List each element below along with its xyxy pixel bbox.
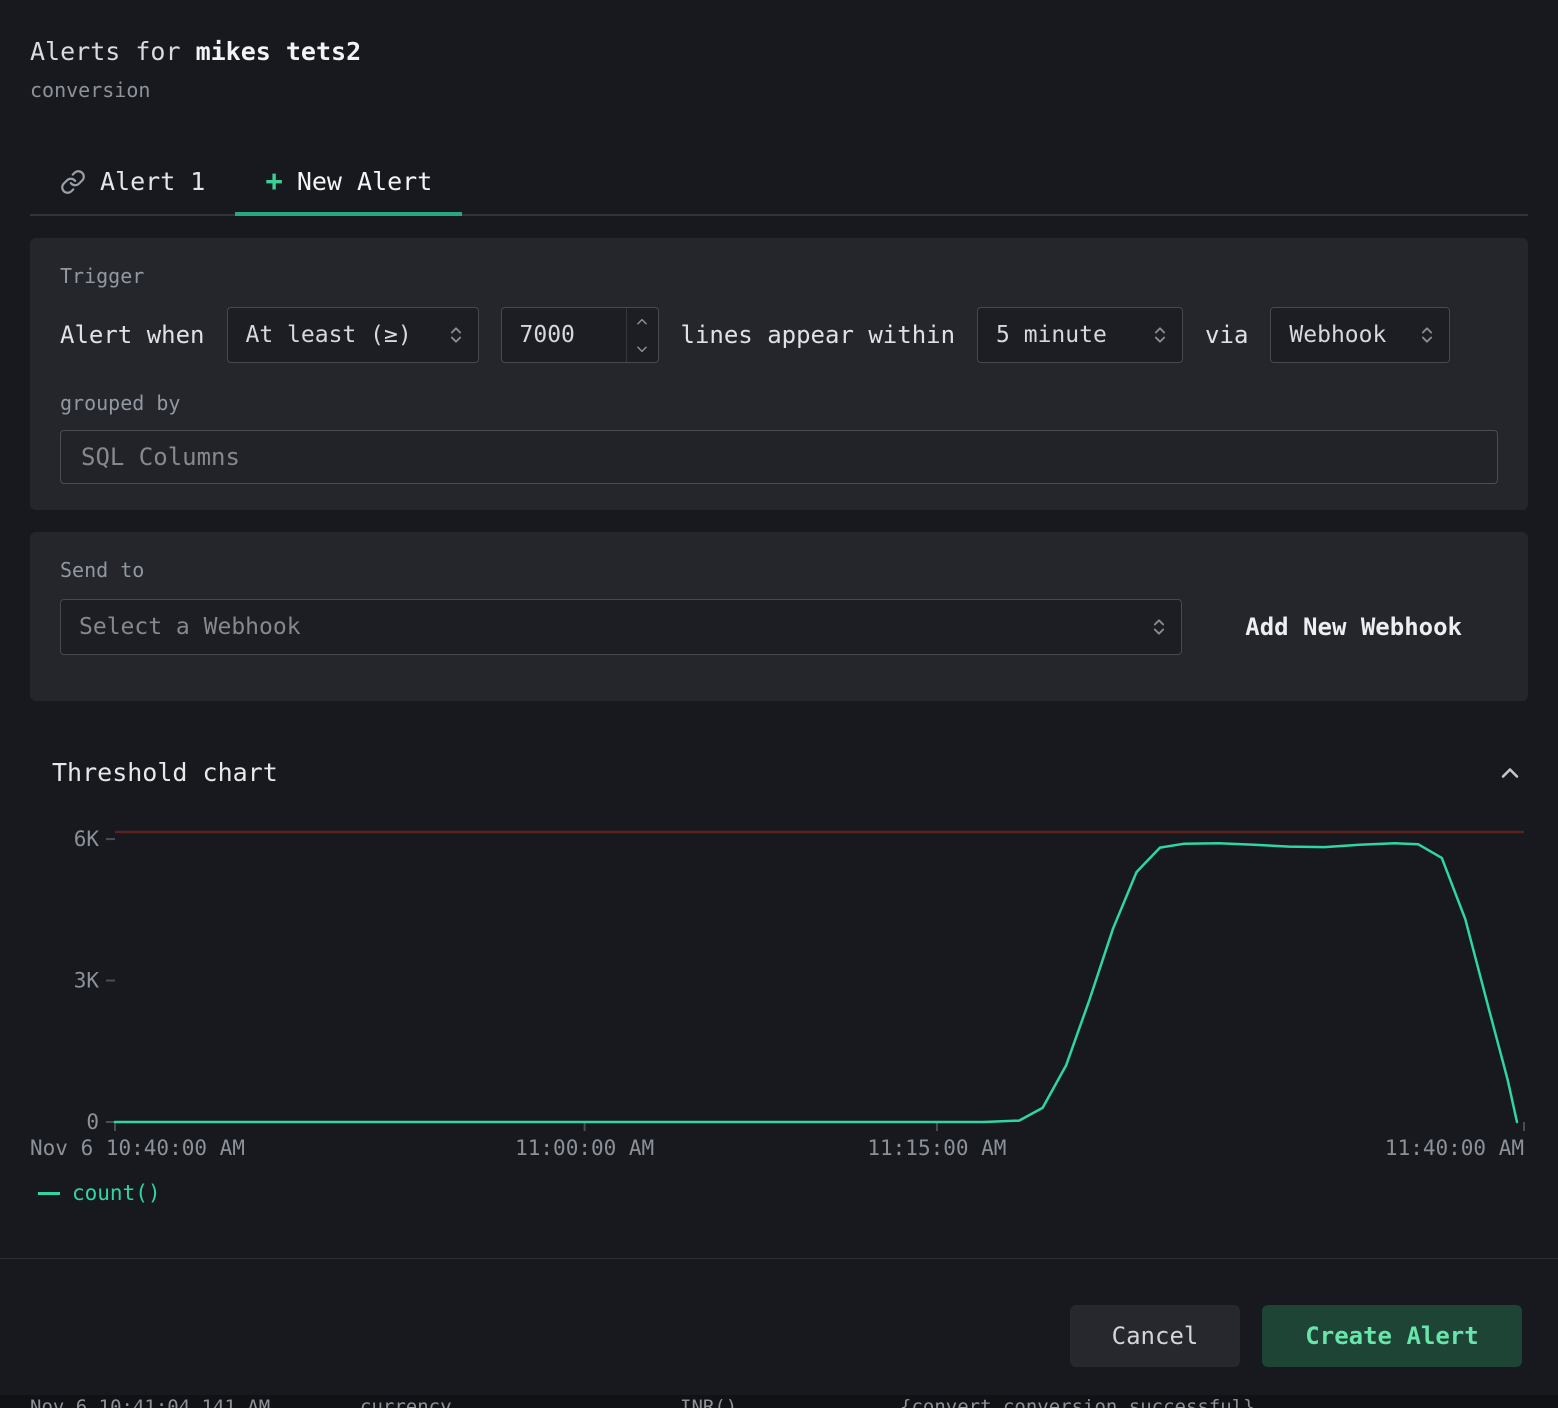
- svg-text:11:00:00 AM: 11:00:00 AM: [515, 1136, 654, 1160]
- svg-text:Nov 6 10:40:00 AM: Nov 6 10:40:00 AM: [30, 1136, 245, 1160]
- background-log-timestamp: Nov 6 10:41:04.141 AM: [30, 1396, 270, 1408]
- threshold-steppers: [626, 308, 658, 362]
- background-log-message: {convert conversion successful}: [900, 1396, 1255, 1408]
- chevron-updown-icon: [1149, 617, 1169, 637]
- threshold-chart: 0 3K 6K Nov 6 10:40:00 AM 11:00:00 AM 11:15:0…: [0, 822, 1558, 1167]
- alert-modal: Alerts for mikes tets2 conversion Alert …: [0, 0, 1558, 1395]
- chevron-updown-icon: [446, 325, 466, 345]
- channel-select[interactable]: Webhook: [1270, 307, 1450, 363]
- trigger-panel: Trigger Alert when At least (≥) lines ap…: [30, 238, 1528, 510]
- background-log-row: Nov 6 10:41:04.141 AM currency INR() {co…: [0, 1395, 1558, 1408]
- condition-select[interactable]: At least (≥): [227, 307, 479, 363]
- cancel-button[interactable]: Cancel: [1070, 1305, 1240, 1367]
- webhook-select[interactable]: Select a Webhook: [60, 599, 1182, 655]
- trigger-section-label: Trigger: [60, 264, 1498, 289]
- modal-footer: Cancel Create Alert: [0, 1258, 1558, 1395]
- send-to-row: Select a Webhook Add New Webhook: [60, 599, 1498, 655]
- add-new-webhook-button[interactable]: Add New Webhook: [1245, 613, 1462, 641]
- tab-alert-1[interactable]: Alert 1: [30, 153, 235, 216]
- tab-alert-1-label: Alert 1: [100, 167, 205, 196]
- svg-text:0: 0: [86, 1110, 99, 1134]
- via-label: via: [1205, 321, 1248, 349]
- page-title-prefix: Alerts for: [30, 37, 196, 66]
- stepper-up-icon[interactable]: [627, 308, 658, 335]
- lines-appear-label: lines appear within: [681, 321, 956, 349]
- tab-new-alert[interactable]: + New Alert: [235, 153, 462, 216]
- send-to-panel: Send to Select a Webhook Add New Webhook: [30, 532, 1528, 701]
- tab-new-alert-label: New Alert: [297, 167, 432, 196]
- grouped-by-input[interactable]: [60, 430, 1498, 484]
- svg-text:11:40:00 AM: 11:40:00 AM: [1385, 1136, 1524, 1160]
- series-line-swatch: [38, 1192, 60, 1195]
- page-title: Alerts for mikes tets2: [30, 36, 1528, 67]
- series-legend-label: count(): [72, 1181, 161, 1205]
- alert-tabs: Alert 1 + New Alert: [30, 153, 1528, 216]
- chart-legend: count(): [38, 1181, 1558, 1205]
- webhook-select-placeholder: Select a Webhook: [79, 614, 301, 640]
- trigger-row: Alert when At least (≥) lines appear wit…: [60, 307, 1498, 363]
- svg-text:6K: 6K: [74, 827, 100, 851]
- send-to-section-label: Send to: [60, 558, 1498, 583]
- chevron-up-icon: [1496, 759, 1524, 787]
- condition-select-value: At least (≥): [246, 322, 412, 348]
- page-subtitle: conversion: [30, 77, 1528, 103]
- time-window-select-value: 5 minute: [996, 322, 1107, 348]
- collapse-chart-button[interactable]: [1496, 759, 1524, 787]
- threshold-number-input-wrap: [501, 307, 659, 363]
- modal-header: Alerts for mikes tets2 conversion: [0, 0, 1558, 103]
- background-log-field: currency: [360, 1396, 452, 1408]
- stepper-down-icon[interactable]: [627, 335, 658, 362]
- background-log-value: INR(): [680, 1396, 737, 1408]
- channel-select-value: Webhook: [1289, 322, 1386, 348]
- plus-icon: +: [265, 167, 282, 196]
- page-title-source-name: mikes tets2: [196, 37, 362, 66]
- chevron-updown-icon: [1150, 325, 1170, 345]
- threshold-number-input[interactable]: [502, 308, 626, 362]
- alert-when-label: Alert when: [60, 321, 205, 349]
- time-window-select[interactable]: 5 minute: [977, 307, 1183, 363]
- grouped-by-label: grouped by: [60, 391, 1498, 416]
- link-icon: [60, 169, 86, 195]
- svg-text:3K: 3K: [74, 969, 100, 993]
- create-alert-button[interactable]: Create Alert: [1262, 1305, 1522, 1367]
- threshold-chart-title: Threshold chart: [52, 757, 278, 788]
- threshold-chart-header: Threshold chart: [52, 757, 1524, 788]
- svg-text:11:15:00 AM: 11:15:00 AM: [867, 1136, 1006, 1160]
- chevron-updown-icon: [1417, 325, 1437, 345]
